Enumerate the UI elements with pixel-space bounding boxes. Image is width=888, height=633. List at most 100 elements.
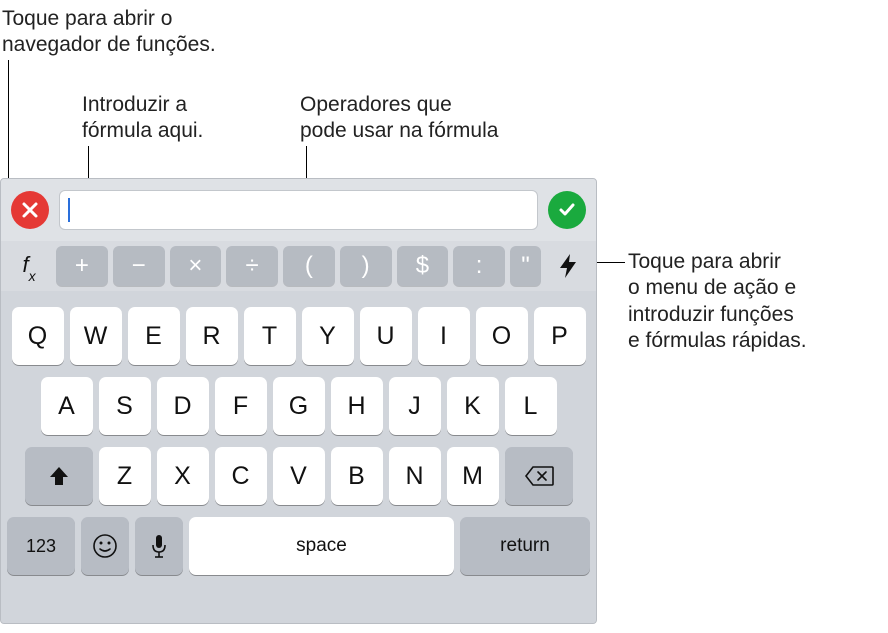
key-x[interactable]: X	[157, 447, 209, 505]
key-d[interactable]: D	[157, 377, 209, 435]
key-e[interactable]: E	[128, 307, 180, 365]
key-space[interactable]: space	[189, 517, 454, 575]
key-label: A	[58, 392, 75, 421]
key-b[interactable]: B	[331, 447, 383, 505]
key-label: D	[173, 392, 191, 421]
op-paren-open[interactable]: (	[283, 246, 335, 286]
key-return[interactable]: return	[460, 517, 590, 575]
key-g[interactable]: G	[273, 377, 325, 435]
bolt-icon	[557, 253, 579, 279]
callout-fx-browser: Toque para abrir o navegador de funções.	[2, 6, 262, 59]
op-quote[interactable]: "	[510, 246, 541, 286]
key-label: W	[84, 322, 108, 351]
key-label: C	[231, 462, 249, 491]
leader-line	[593, 262, 625, 263]
op-label: ÷	[246, 252, 259, 280]
key-s[interactable]: S	[99, 377, 151, 435]
callout-action-menu: Toque para abrir o menu de ação e introd…	[628, 249, 883, 354]
key-h[interactable]: H	[331, 377, 383, 435]
qwerty-keyboard: Q W E R T Y U I O P A S D F G H J K L Z	[1, 297, 596, 623]
key-label: E	[145, 322, 162, 351]
key-numbers[interactable]: 123	[7, 517, 75, 575]
fx-icon: fx	[22, 252, 35, 280]
key-shift[interactable]	[25, 447, 93, 505]
key-q[interactable]: Q	[12, 307, 64, 365]
callout-operators: Operadores que pode usar na fórmula	[300, 92, 560, 145]
formula-bar	[1, 179, 596, 241]
cancel-button[interactable]	[11, 191, 49, 229]
op-divide[interactable]: ÷	[226, 246, 278, 286]
key-a[interactable]: A	[41, 377, 93, 435]
key-u[interactable]: U	[360, 307, 412, 365]
key-label: M	[462, 462, 483, 491]
key-l[interactable]: L	[505, 377, 557, 435]
op-paren-close[interactable]: )	[340, 246, 392, 286]
key-label: K	[464, 392, 481, 421]
emoji-icon	[92, 533, 118, 559]
key-j[interactable]: J	[389, 377, 441, 435]
key-label: U	[376, 322, 394, 351]
key-label: return	[500, 535, 550, 557]
op-label: )	[362, 252, 370, 280]
key-label: H	[347, 392, 365, 421]
op-plus[interactable]: +	[56, 246, 108, 286]
key-w[interactable]: W	[70, 307, 122, 365]
check-icon	[557, 200, 577, 220]
key-y[interactable]: Y	[302, 307, 354, 365]
key-label: G	[289, 392, 308, 421]
key-label: T	[262, 322, 277, 351]
key-label: I	[440, 322, 447, 351]
key-o[interactable]: O	[476, 307, 528, 365]
op-minus[interactable]: −	[113, 246, 165, 286]
op-multiply[interactable]: ×	[170, 246, 222, 286]
key-label: F	[233, 392, 248, 421]
shift-icon	[47, 464, 71, 488]
key-c[interactable]: C	[215, 447, 267, 505]
key-label: N	[405, 462, 423, 491]
key-backspace[interactable]	[505, 447, 573, 505]
op-label: (	[305, 252, 313, 280]
key-t[interactable]: T	[244, 307, 296, 365]
keyboard-row-3: Z X C V B N M	[7, 447, 590, 505]
keyboard-panel: fx + − × ÷ ( ) $ : " Q W E R T Y U I O P…	[0, 178, 597, 624]
key-label: 123	[26, 536, 56, 557]
op-label: −	[132, 252, 146, 280]
key-p[interactable]: P	[534, 307, 586, 365]
text-cursor	[68, 198, 70, 222]
action-menu-button[interactable]	[546, 246, 590, 286]
op-label: ×	[188, 252, 202, 280]
op-label: +	[75, 252, 89, 280]
key-r[interactable]: R	[186, 307, 238, 365]
key-label: X	[174, 462, 191, 491]
key-label: O	[492, 322, 511, 351]
keyboard-row-1: Q W E R T Y U I O P	[7, 307, 590, 365]
key-label: L	[524, 392, 538, 421]
key-mic[interactable]	[135, 517, 183, 575]
key-label: P	[551, 322, 568, 351]
key-v[interactable]: V	[273, 447, 325, 505]
key-m[interactable]: M	[447, 447, 499, 505]
key-label: V	[290, 462, 307, 491]
key-label: Q	[28, 322, 47, 351]
formula-input[interactable]	[59, 190, 538, 230]
key-label: S	[116, 392, 133, 421]
fx-button[interactable]: fx	[7, 246, 51, 286]
key-f[interactable]: F	[215, 377, 267, 435]
confirm-button[interactable]	[548, 191, 586, 229]
op-colon[interactable]: :	[453, 246, 505, 286]
op-dollar[interactable]: $	[397, 246, 449, 286]
operator-row: fx + − × ÷ ( ) $ : "	[1, 241, 596, 291]
keyboard-row-2: A S D F G H J K L	[7, 377, 590, 435]
key-z[interactable]: Z	[99, 447, 151, 505]
key-label: B	[348, 462, 365, 491]
key-emoji[interactable]	[81, 517, 129, 575]
key-label: J	[408, 392, 421, 421]
key-n[interactable]: N	[389, 447, 441, 505]
op-label: $	[416, 252, 429, 280]
keyboard-row-4: 123 space return	[7, 517, 590, 575]
op-label: :	[476, 252, 483, 280]
key-label: Z	[117, 462, 132, 491]
key-i[interactable]: I	[418, 307, 470, 365]
key-k[interactable]: K	[447, 377, 499, 435]
close-icon	[21, 201, 39, 219]
